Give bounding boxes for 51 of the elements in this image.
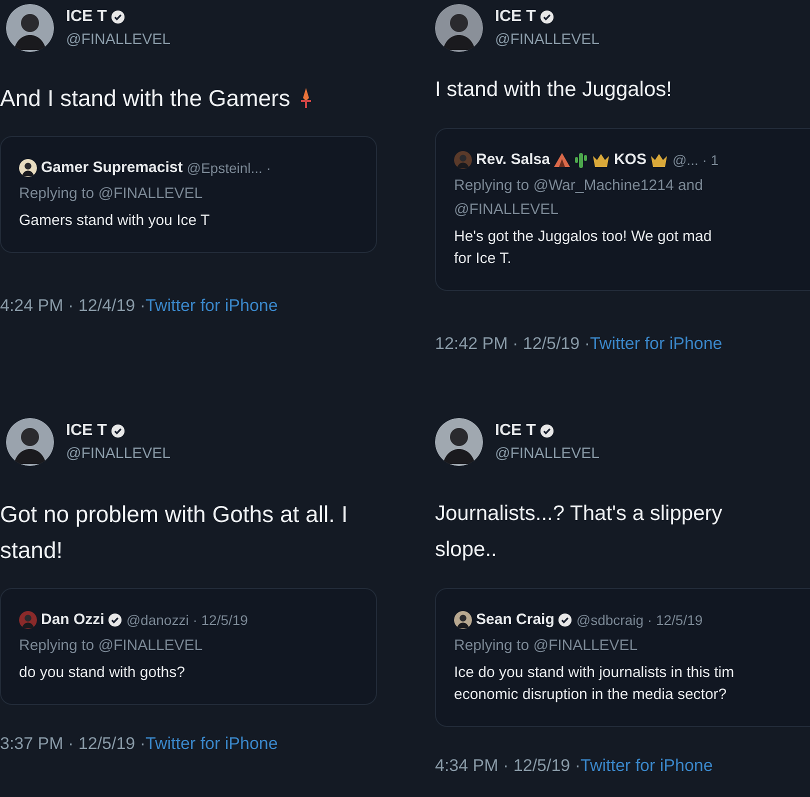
quoted-tweet-card[interactable]: Rev. Salsa KOS @... · 1 Replying to @War_Machine1214 and @FINALLEVEL He's got the Juggalos too! We got mad for Ice T. (435, 128, 810, 290)
author-handle: @FINALLEVEL (66, 30, 170, 50)
tweet-text: I stand with the Juggalos! (435, 77, 672, 103)
timestamp: 3:37 PM · 12/5/19 · (0, 732, 146, 754)
avatar-icon[interactable] (6, 418, 54, 466)
tent-icon (554, 153, 570, 168)
tweet-text: Got no problem with Goths at all. I stand! (0, 500, 348, 565)
source-link[interactable]: Twitter for iPhone (146, 730, 278, 756)
source-link[interactable]: Twitter for iPhone (580, 752, 713, 778)
quoted-tweet-text: He's got the Juggalos too! We got mad for Ice T. (454, 226, 713, 268)
timestamp: 12:42 PM · 12/5/19 · (435, 332, 590, 354)
author-handle: @FINALLEVEL (66, 444, 170, 464)
author-name: ICE T (66, 6, 107, 27)
quoted-author-name: Sean Craig (476, 610, 554, 630)
quoted-author-name: KOS (614, 150, 646, 170)
quoted-handle: @sdbcraig · 12/5/19 (576, 610, 703, 630)
quoted-author-name: Dan Ozzi (41, 610, 104, 630)
quoted-tweet-card[interactable]: Gamer Supremacist @Epsteinl... · Replying to @FINALLEVEL Gamers stand with you Ice T (0, 136, 377, 252)
replying-to-text: Replying to @War_Machine1214 and @FINALLEVEL (454, 176, 704, 220)
author-name: ICE T (495, 6, 536, 27)
cactus-icon (574, 152, 588, 168)
tweet-text: And I stand with the Gamers (0, 84, 290, 113)
avatar-icon[interactable] (435, 418, 483, 466)
quoted-tweet-text: do you stand with goths? (19, 662, 186, 682)
replying-to-text: Replying to @FINALLEVEL (19, 636, 204, 656)
quoted-tweet-text: Ice do you stand with journalists in this tim economic disruption in the media sector? (454, 662, 736, 704)
avatar-icon[interactable] (6, 4, 54, 52)
tweet-text: Journalists...? That's a slippery slope.. (435, 501, 722, 563)
timestamp: 4:34 PM · 12/5/19 · (435, 754, 581, 776)
author-name: ICE T (495, 420, 536, 441)
quoted-tweet-text: Gamers stand with you Ice T (19, 210, 211, 230)
quoted-author-name: Gamer Supremacist (41, 158, 183, 178)
quoted-handle: @... · 1 (672, 150, 719, 170)
replying-to-text: Replying to @FINALLEVEL (454, 636, 639, 656)
source-link[interactable]: Twitter for iPhone (590, 330, 722, 356)
quoted-author-name: Rev. Salsa (476, 150, 550, 170)
avatar-icon[interactable] (19, 159, 37, 178)
author-name: ICE T (66, 420, 107, 441)
avatar-icon[interactable] (435, 4, 483, 52)
quoted-handle: @danozzi · 12/5/19 (126, 610, 248, 630)
avatar-icon[interactable] (454, 611, 472, 630)
author-handle: @FINALLEVEL (495, 30, 600, 50)
replying-to-text: Replying to @FINALLEVEL (19, 184, 204, 204)
quoted-tweet-card[interactable]: Dan Ozzi @danozzi · 12/5/19 Replying to @FINALLEVEL do you stand with goths? (0, 588, 377, 704)
crown-icon (592, 153, 610, 168)
quoted-handle: @Epsteinl... · (186, 158, 271, 178)
timestamp: 4:24 PM · 12/4/19 · (0, 294, 146, 316)
author-handle: @FINALLEVEL (495, 444, 600, 464)
source-link[interactable]: Twitter for iPhone (146, 292, 278, 318)
crown-icon (650, 153, 668, 168)
quoted-tweet-card[interactable]: Sean Craig @sdbcraig · 12/5/19 Replying to @FINALLEVEL Ice do you stand with journalists in this tim economic disruption in the media sector? (435, 588, 810, 726)
